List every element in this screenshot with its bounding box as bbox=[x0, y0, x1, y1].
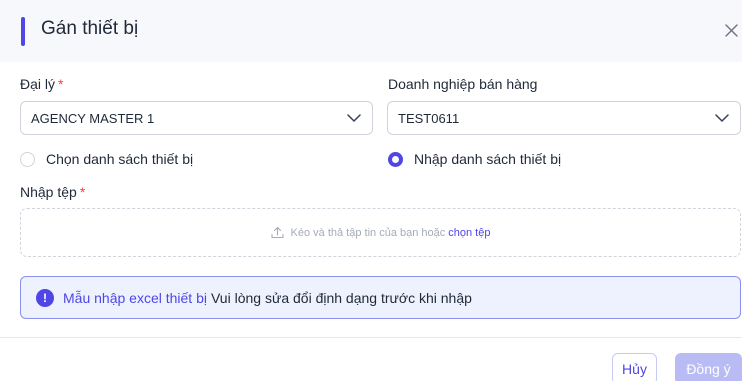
radio-input-list[interactable]: Nhập danh sách thiết bị bbox=[388, 151, 561, 167]
company-select-value: TEST0611 bbox=[398, 110, 460, 126]
agent-select[interactable]: AGENCY MASTER 1 bbox=[20, 101, 373, 135]
file-dropzone[interactable]: Kéo và thả tập tin của bạn hoặc chọn tệp bbox=[20, 208, 741, 257]
info-alert: ! Mẫu nhập excel thiết bị Vui lòng sửa đ… bbox=[20, 276, 741, 319]
excel-template-link[interactable]: Mẫu nhập excel thiết bị bbox=[63, 290, 207, 306]
radio-select-list[interactable]: Chọn danh sách thiết bị bbox=[20, 151, 193, 167]
company-label: Doanh nghiệp bán hàng bbox=[388, 76, 537, 92]
close-icon bbox=[724, 23, 738, 37]
close-button[interactable] bbox=[718, 17, 742, 43]
dialog-header: Gán thiết bị bbox=[0, 0, 742, 62]
radio-select-list-label: Chọn danh sách thiết bị bbox=[46, 151, 194, 167]
choose-file-link[interactable]: chọn tệp bbox=[448, 227, 490, 239]
radio-input-list-label: Nhập danh sách thiết bị bbox=[414, 151, 562, 167]
agent-label-text: Đại lý bbox=[20, 76, 56, 92]
required-asterisk: * bbox=[79, 184, 86, 200]
footer-divider bbox=[0, 337, 742, 338]
chevron-down-icon bbox=[715, 114, 729, 122]
company-select[interactable]: TEST0611 bbox=[387, 101, 741, 135]
radio-button-unchecked[interactable] bbox=[20, 151, 35, 167]
alert-message: Vui lòng sửa đổi định dạng trước khi nhậ… bbox=[210, 289, 472, 306]
dropzone-text: Kéo và thả tập tin của bạn hoặc bbox=[290, 226, 446, 239]
chevron-down-icon bbox=[347, 114, 361, 122]
title-accent-bar bbox=[21, 17, 25, 46]
cancel-button[interactable]: Hủy bbox=[612, 353, 657, 381]
upload-icon bbox=[270, 226, 284, 239]
required-asterisk: * bbox=[58, 76, 64, 92]
file-label-text: Nhập tệp bbox=[20, 184, 77, 200]
agent-label: Đại lý * bbox=[20, 76, 63, 92]
radio-button-checked[interactable] bbox=[388, 151, 403, 167]
file-label: Nhập tệp * bbox=[20, 184, 85, 200]
dialog-title: Gán thiết bị bbox=[41, 18, 139, 39]
company-label-text: Doanh nghiệp bán hàng bbox=[388, 76, 538, 92]
confirm-button[interactable]: Đồng ý bbox=[675, 353, 742, 381]
info-icon: ! bbox=[36, 288, 54, 307]
agent-select-value: AGENCY MASTER 1 bbox=[31, 110, 155, 126]
